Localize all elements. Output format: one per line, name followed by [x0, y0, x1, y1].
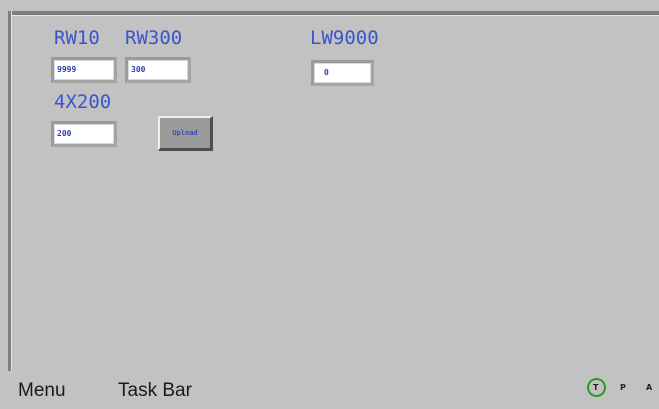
hmi-screen: RW10 RW300 LW9000 4X200 9999 300 0 200 U…: [0, 0, 659, 409]
a-indicator[interactable]: A: [646, 383, 652, 393]
rw10-field[interactable]: 9999: [51, 57, 117, 83]
label-4x200: 4X200: [54, 91, 112, 113]
lw9000-field[interactable]: 0: [311, 60, 374, 86]
rw300-field[interactable]: 300: [125, 57, 191, 83]
menu-label[interactable]: Menu: [18, 381, 66, 401]
upload-button[interactable]: Upload: [158, 116, 213, 151]
t-indicator[interactable]: T: [593, 383, 598, 393]
task-bar-label[interactable]: Task Bar: [118, 381, 192, 401]
p-indicator[interactable]: P: [620, 383, 626, 393]
label-lw9000: LW9000: [310, 27, 379, 49]
label-rw300: RW300: [125, 27, 183, 49]
label-rw10: RW10: [54, 27, 100, 49]
top-bevel: [10, 11, 659, 16]
left-bevel: [8, 11, 12, 371]
4x200-field[interactable]: 200: [51, 121, 117, 147]
